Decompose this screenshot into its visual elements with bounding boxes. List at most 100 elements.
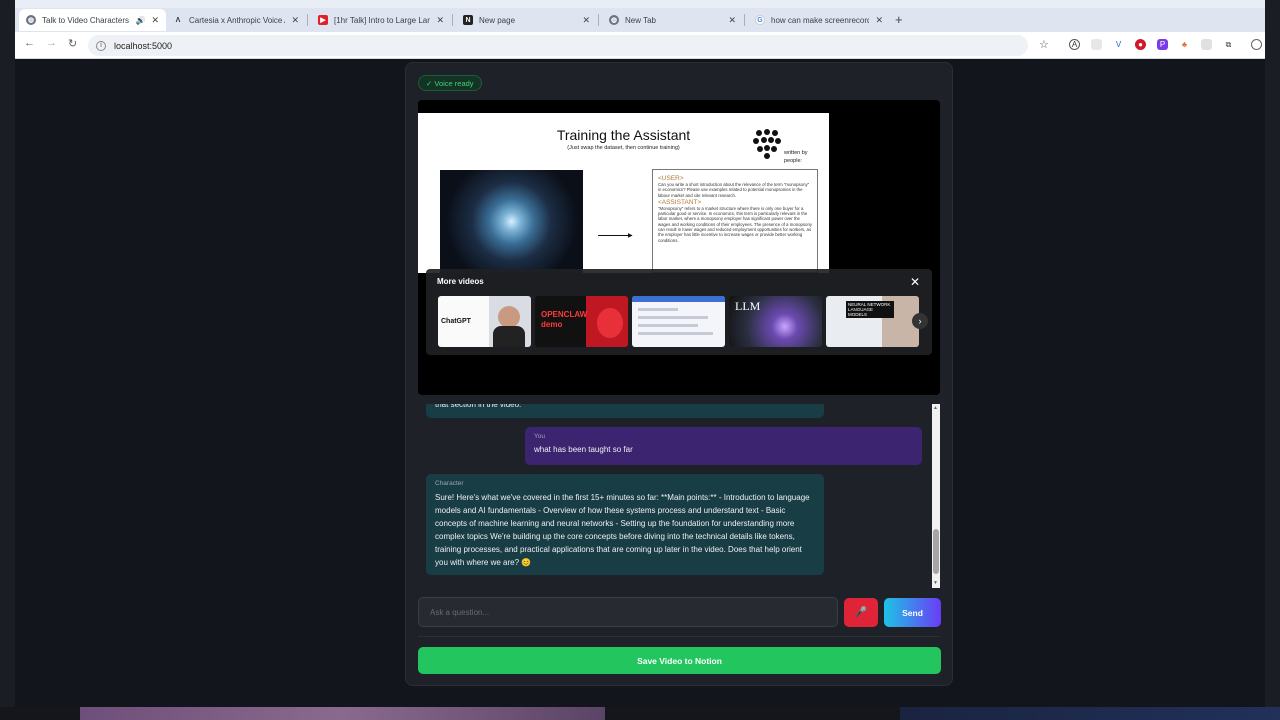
browser-toolbar: ← → ↻ i localhost:5000 ☆ A V ● P ♣ ⧉ (15, 32, 1265, 59)
chat-history[interactable]: that section in the video. You what has … (418, 404, 940, 588)
person-figure (498, 306, 520, 328)
video-thumbnail[interactable]: NEURAL NETWORK LANGUAGE MODELS (826, 296, 919, 347)
video-thumbnail[interactable]: LLM (729, 296, 822, 347)
desktop-top-edge (0, 0, 1280, 8)
browser-tab[interactable]: ◍ Talk to Video Characters 🔊 ✕ (19, 9, 166, 31)
thumbnail-header-bar (632, 296, 725, 302)
video-player[interactable]: Training the Assistant (Just swap the da… (418, 100, 940, 395)
thumbnail-label: LLM (735, 299, 761, 313)
thumbnail-label: OPENCLAW demo (541, 310, 588, 329)
thumbnail-line (638, 308, 678, 311)
video-thumbnail[interactable]: OPENCLAW demo (535, 296, 628, 347)
extension-icon[interactable]: ♣ (1179, 39, 1190, 50)
slide-written-by: written by people: (784, 150, 808, 164)
tab-separator (598, 14, 599, 26)
globe-icon: ◍ (26, 15, 36, 25)
slide-assistant-tag: <ASSISTANT> (658, 198, 702, 206)
tab-separator (452, 14, 453, 26)
microphone-icon: 🎤 (854, 607, 868, 618)
close-icon[interactable]: ✕ (728, 15, 736, 26)
user-message: You what has been taught so far (525, 427, 922, 465)
voice-status-badge: ✓ Voice ready (418, 75, 482, 91)
scrollbar-thumb[interactable] (933, 529, 939, 574)
chat-scrollbar[interactable]: ▲ ▼ (932, 404, 940, 588)
bookmark-star-icon[interactable]: ☆ (1039, 38, 1049, 51)
desktop-bottom-edge (0, 707, 1280, 720)
profile-icon[interactable] (1251, 39, 1262, 50)
extension-icon[interactable]: ● (1135, 39, 1146, 50)
browser-tab[interactable]: N New page ✕ (456, 9, 597, 31)
desktop-left-edge (0, 0, 15, 720)
message-sender: Character (435, 480, 464, 487)
person-figure (493, 326, 525, 347)
tab-title: [1hr Talk] Intro to Large Langu (334, 15, 431, 25)
forward-arrow-icon[interactable]: → (46, 37, 57, 49)
tab-separator (744, 14, 745, 26)
tab-title: Cartesia x Anthropic Voice Age (189, 15, 285, 25)
character-message: Character Sure! Here's what we've covere… (426, 474, 824, 575)
extension-icon[interactable] (1091, 39, 1102, 50)
background-window-strip (80, 707, 605, 720)
previous-character-message: that section in the video. (426, 404, 824, 418)
youtube-icon: ▶ (318, 15, 328, 25)
extension-icon[interactable] (1201, 39, 1212, 50)
tab-title: how can make screenrecord of (771, 15, 870, 25)
neural-network-image (440, 170, 583, 273)
chevron-right-icon[interactable]: › (912, 313, 928, 329)
browser-tab[interactable]: G how can make screenrecord of ✕ (748, 9, 890, 31)
page-viewport: ✓ Voice ready Training the Assistant (Ju… (15, 60, 1265, 707)
tab-title: Talk to Video Characters (42, 15, 130, 25)
puzzle-icon[interactable]: ⧉ (1223, 39, 1234, 50)
slide-assistant-text: "Monopsony" refers to a market structure… (658, 205, 812, 243)
extension-icon[interactable]: P (1157, 39, 1168, 50)
mic-button[interactable]: 🎤 (844, 598, 878, 627)
back-arrow-icon[interactable]: ← (24, 37, 35, 49)
message-text: Sure! Here's what we've covered in the f… (435, 493, 810, 567)
people-icon (753, 129, 781, 159)
new-tab-button[interactable]: + (895, 12, 903, 27)
url-text: localhost:5000 (114, 40, 173, 51)
send-button[interactable]: Send (884, 598, 941, 627)
close-icon[interactable]: ✕ (151, 15, 159, 26)
arrow-head-icon: ▶ (628, 233, 633, 239)
message-text: what has been taught so far (534, 445, 633, 454)
globe-icon: ◍ (609, 15, 619, 25)
close-icon[interactable]: ✕ (436, 15, 444, 26)
browser-tab[interactable]: ▶ [1hr Talk] Intro to Large Langu ✕ (311, 9, 451, 31)
close-icon[interactable]: ✕ (582, 15, 590, 26)
notion-icon: N (463, 15, 473, 25)
extension-icon[interactable]: V (1113, 39, 1124, 50)
app-card: ✓ Voice ready Training the Assistant (Ju… (405, 62, 953, 686)
video-thumbnail[interactable] (632, 296, 725, 347)
thumbnail-line (638, 332, 713, 335)
tab-separator (307, 14, 308, 26)
info-icon[interactable]: i (96, 40, 106, 51)
close-icon[interactable]: ✕ (910, 275, 920, 289)
tab-title: New Tab (625, 15, 656, 25)
browser-tab[interactable]: Λ Cartesia x Anthropic Voice Age ✕ (166, 9, 306, 31)
close-icon[interactable]: ✕ (291, 15, 299, 26)
divider (418, 636, 940, 637)
speaker-icon[interactable]: 🔊 (135, 16, 145, 25)
slide-user-tag: <USER> (658, 175, 684, 182)
question-input[interactable] (418, 597, 838, 627)
address-bar[interactable]: i localhost:5000 (88, 35, 1028, 56)
save-to-notion-button[interactable]: Save Video to Notion (418, 647, 941, 674)
thumbnail-label: NEURAL NETWORK LANGUAGE MODELS (846, 301, 894, 318)
scroll-down-icon[interactable]: ▼ (933, 580, 938, 586)
slide-user-text: Can you write a short introduction about… (658, 182, 810, 198)
extension-icon[interactable]: A (1069, 39, 1080, 50)
reload-icon[interactable]: ↻ (68, 37, 77, 50)
browser-tab[interactable]: ◍ New Tab ✕ (602, 9, 743, 31)
cartesia-icon: Λ (175, 16, 181, 24)
slide-arrow (598, 235, 632, 236)
tab-title: New page (479, 15, 516, 25)
more-videos-title: More videos (437, 277, 484, 286)
mascot-figure (597, 308, 623, 338)
background-window-strip (900, 707, 1280, 720)
scroll-up-icon[interactable]: ▲ (933, 405, 938, 411)
close-icon[interactable]: ✕ (875, 15, 883, 26)
desktop-right-edge (1265, 0, 1280, 720)
thumbnail-line (638, 324, 698, 327)
video-thumbnail[interactable]: ChatGPT (438, 296, 531, 347)
